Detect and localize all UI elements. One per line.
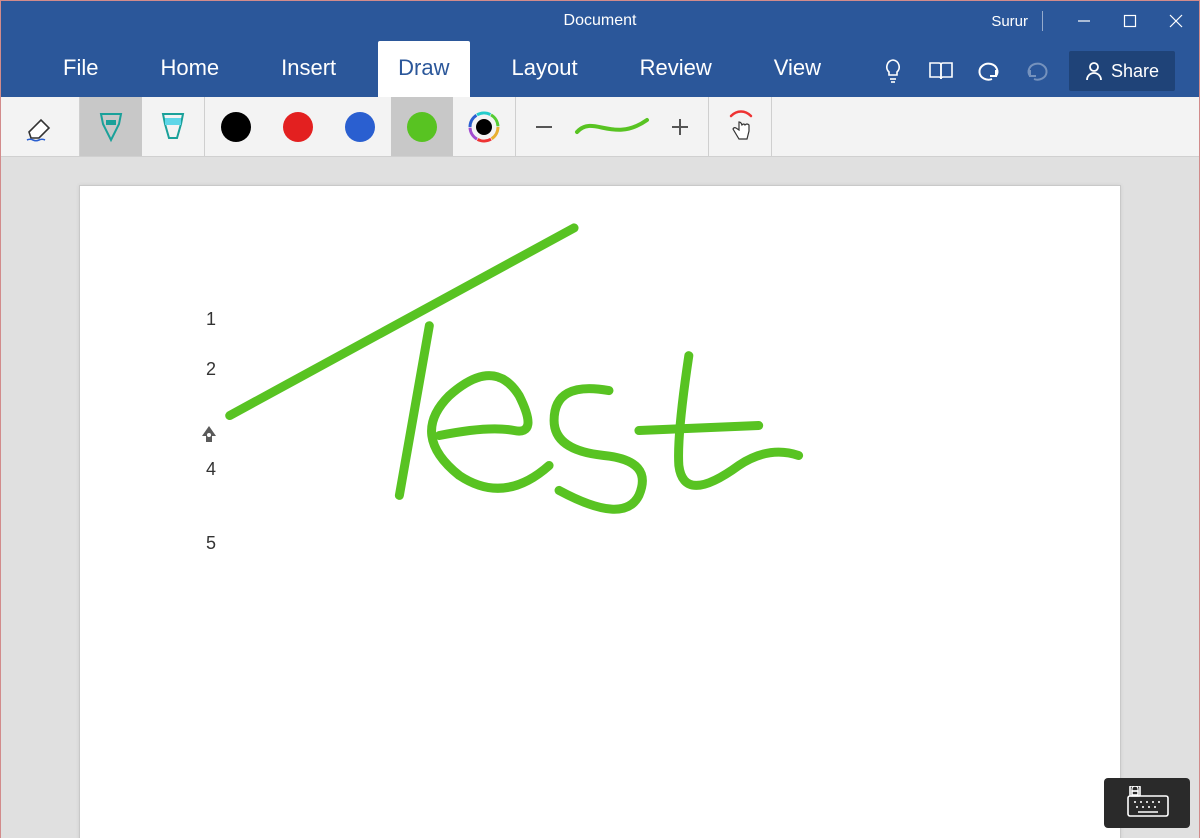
window-maximize-button[interactable] [1107, 1, 1153, 41]
highlighter-icon [159, 110, 187, 144]
stroke-preview [572, 97, 652, 156]
highlighter-tool[interactable] [142, 97, 204, 156]
redo-icon [1024, 60, 1050, 82]
redo-button [1015, 51, 1059, 91]
color-black[interactable] [205, 97, 267, 156]
draw-with-touch-button[interactable] [709, 97, 771, 156]
tell-me-button[interactable] [871, 51, 915, 91]
person-icon [1085, 61, 1103, 81]
color-wheel-icon [468, 111, 500, 143]
keyboard-lock-icon [1122, 786, 1172, 820]
minimize-icon [1077, 14, 1091, 28]
tab-draw[interactable]: Draw [378, 41, 469, 97]
minus-icon [534, 117, 554, 137]
plus-icon [670, 117, 690, 137]
color-red[interactable] [267, 97, 329, 156]
reading-mode-button[interactable] [919, 51, 963, 91]
eraser-icon [23, 110, 57, 144]
touch-draw-icon [725, 110, 755, 144]
color-green[interactable] [391, 97, 453, 156]
undo-icon [976, 60, 1002, 82]
draw-toolbar [1, 97, 1199, 157]
ink-drawing [80, 186, 1120, 838]
document-area: 1 2 4 5 [1, 157, 1199, 838]
window-minimize-button[interactable] [1061, 1, 1107, 41]
close-icon [1169, 14, 1183, 28]
tab-review[interactable]: Review [620, 41, 732, 97]
tab-insert[interactable]: Insert [261, 41, 356, 97]
tab-view[interactable]: View [754, 41, 841, 97]
share-button[interactable]: Share [1069, 51, 1175, 91]
decrease-thickness-button[interactable] [516, 97, 572, 156]
color-wheel[interactable] [453, 97, 515, 156]
book-open-icon [928, 60, 954, 82]
titlebar-separator [1042, 11, 1043, 31]
maximize-icon [1123, 14, 1137, 28]
user-name[interactable]: Surur [991, 13, 1028, 30]
ribbon-tabs: File Home Insert Draw Layout Review View… [1, 41, 1199, 97]
window-close-button[interactable] [1153, 1, 1199, 41]
undo-button[interactable] [967, 51, 1011, 91]
document-page[interactable]: 1 2 4 5 [79, 185, 1121, 838]
pen-icon [97, 110, 125, 144]
lightbulb-icon [882, 58, 904, 84]
color-dot-red [283, 112, 313, 142]
tab-layout[interactable]: Layout [492, 41, 598, 97]
stroke-preview-icon [573, 112, 651, 142]
color-dot-green [407, 112, 437, 142]
color-dot-blue [345, 112, 375, 142]
color-dot-black [221, 112, 251, 142]
color-blue[interactable] [329, 97, 391, 156]
window-titlebar: Document Surur [1, 1, 1199, 41]
eraser-tool[interactable] [1, 97, 79, 156]
increase-thickness-button[interactable] [652, 97, 708, 156]
pen-tool[interactable] [80, 97, 142, 156]
tab-home[interactable]: Home [140, 41, 239, 97]
tab-file[interactable]: File [43, 41, 118, 97]
share-label: Share [1111, 61, 1159, 82]
touch-keyboard-button[interactable] [1104, 778, 1190, 828]
